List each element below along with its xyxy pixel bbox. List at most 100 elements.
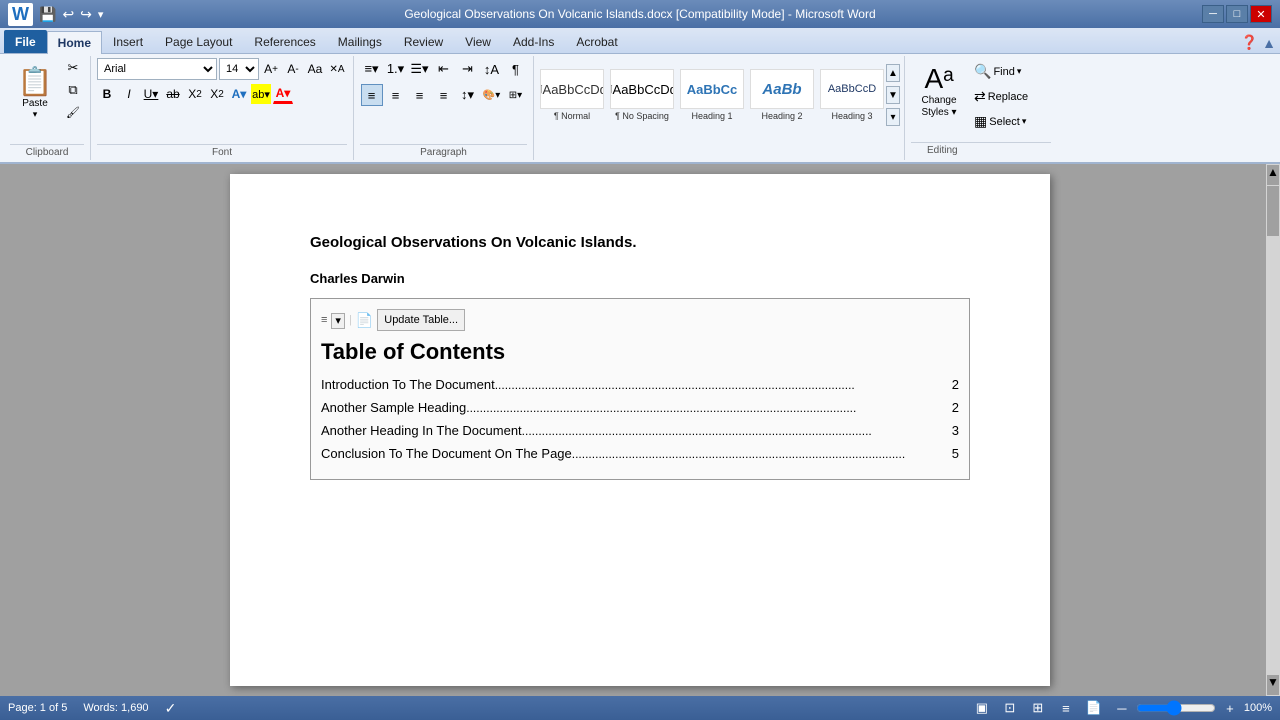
no-spacing-style-item[interactable]: ¶ AaBbCcDd ¶ No Spacing — [608, 64, 676, 134]
save-qa-btn[interactable]: 💾 — [39, 6, 56, 23]
format-painter-button[interactable]: 🖌 — [62, 102, 84, 122]
find-icon: 🔍 — [974, 63, 991, 80]
increase-indent-btn[interactable]: ⇥ — [457, 58, 479, 80]
scroll-down-arrow[interactable]: ▼ — [1267, 675, 1279, 695]
toc-dots-3: ........................................… — [522, 424, 948, 438]
spell-check-icon[interactable]: ✓ — [165, 700, 177, 717]
tab-acrobat[interactable]: Acrobat — [565, 30, 628, 53]
line-spacing-btn[interactable]: ↕▾ — [457, 84, 479, 106]
ribbon-minimize-btn[interactable]: ▲ — [1262, 35, 1276, 51]
text-effects-btn[interactable]: A▾ — [229, 84, 249, 104]
tab-review[interactable]: Review — [393, 30, 454, 53]
justify-btn[interactable]: ≡ — [433, 84, 455, 106]
paragraph-group: ≡▾ 1.▾ ☰▾ ⇤ ⇥ ↕A ¶ ≡ ≡ ≡ ≡ ↕▾ 🎨▾ ⊞▾ Para… — [354, 56, 534, 160]
increase-font-btn[interactable]: A+ — [261, 59, 281, 79]
font-label: Font — [97, 144, 347, 158]
zoom-control: ─ + 100% — [1112, 699, 1272, 717]
toc-dropdown-arrow[interactable]: ▾ — [331, 313, 345, 329]
close-btn[interactable]: ✕ — [1250, 5, 1272, 23]
tab-add-ins[interactable]: Add-Ins — [502, 30, 565, 53]
cut-button[interactable]: ✂ — [62, 58, 84, 78]
styles-scroll-down[interactable]: ▼ — [886, 86, 900, 104]
toc-entry-3[interactable]: Another Heading In The Document ........… — [321, 423, 959, 438]
tab-references[interactable]: References — [243, 30, 326, 53]
toc-dots-4: ........................................… — [572, 447, 948, 461]
zoom-slider[interactable] — [1136, 700, 1216, 716]
toc-entry-4[interactable]: Conclusion To The Document On The Page .… — [321, 446, 959, 461]
select-btn[interactable]: ▦ Select ▾ — [971, 110, 1051, 133]
subscript-button[interactable]: X2 — [185, 84, 205, 104]
tab-mailings[interactable]: Mailings — [327, 30, 393, 53]
show-hide-btn[interactable]: ¶ — [505, 58, 527, 80]
shading-btn[interactable]: 🎨▾ — [481, 84, 503, 106]
zoom-in-btn[interactable]: + — [1220, 699, 1240, 717]
superscript-button[interactable]: X2 — [207, 84, 227, 104]
font-name-select[interactable]: Arial — [97, 58, 217, 80]
toc-entry-2[interactable]: Another Sample Heading .................… — [321, 400, 959, 415]
help-btn[interactable]: ❓ — [1241, 34, 1258, 51]
strikethrough-button[interactable]: ab — [163, 84, 183, 104]
heading3-label: Heading 3 — [831, 111, 872, 121]
heading2-style-item[interactable]: AaBb Heading 2 — [748, 64, 816, 134]
update-table-btn[interactable]: Update Table... — [377, 309, 465, 331]
scroll-thumb[interactable] — [1267, 186, 1279, 236]
right-ribbon-labels: Editing — [911, 142, 1051, 156]
italic-button[interactable]: I — [119, 84, 139, 104]
paste-button[interactable]: 📋 Paste ▾ — [10, 58, 60, 126]
text-highlight-btn[interactable]: ab▾ — [251, 84, 271, 104]
bold-button[interactable]: B — [97, 84, 117, 104]
tab-home[interactable]: Home — [47, 31, 102, 54]
copy-button[interactable]: ⧉ — [62, 80, 84, 100]
sort-btn[interactable]: ↕A — [481, 58, 503, 80]
font-size-select[interactable]: 14 — [219, 58, 259, 80]
paste-dropdown-arrow[interactable]: ▾ — [33, 109, 38, 120]
align-left-btn[interactable]: ≡ — [361, 84, 383, 106]
scroll-up-arrow[interactable]: ▲ — [1267, 165, 1279, 185]
change-styles-btn[interactable]: Aᵃ ChangeStyles ▾ — [911, 60, 967, 140]
styles-expand[interactable]: ▾ — [886, 108, 900, 126]
styles-group: ¶ AaBbCcDd ¶ Normal ¶ AaBbCcDd ¶ No Spac… — [534, 56, 905, 160]
print-layout-btn[interactable]: ▣ — [972, 699, 992, 717]
toc-entry-1[interactable]: Introduction To The Document ...........… — [321, 377, 959, 392]
web-layout-btn[interactable]: ⊞ — [1028, 699, 1048, 717]
tab-insert[interactable]: Insert — [102, 30, 154, 53]
clear-format-btn[interactable]: ✕A — [327, 59, 347, 79]
restore-btn[interactable]: □ — [1226, 5, 1248, 23]
underline-button[interactable]: U▾ — [141, 84, 161, 104]
tab-page-layout[interactable]: Page Layout — [154, 30, 243, 53]
align-right-btn[interactable]: ≡ — [409, 84, 431, 106]
undo-qa-btn[interactable]: ↩ — [62, 6, 74, 23]
minimize-btn[interactable]: ─ — [1202, 5, 1224, 23]
full-reading-btn[interactable]: ⊡ — [1000, 699, 1020, 717]
redo-qa-btn[interactable]: ↪ — [80, 6, 92, 23]
title-bar: W 💾 ↩ ↪ ▾ Geological Observations On Vol… — [0, 0, 1280, 28]
heading1-style-item[interactable]: AaBbCc Heading 1 — [678, 64, 746, 134]
para-row-1: ≡▾ 1.▾ ☰▾ ⇤ ⇥ ↕A ¶ — [361, 58, 527, 80]
customize-qa-btn[interactable]: ▾ — [98, 8, 104, 21]
heading3-style-item[interactable]: AaBbCcD Heading 3 — [818, 64, 886, 134]
tab-view[interactable]: View — [454, 30, 502, 53]
right-scrollbar[interactable]: ▲ ▼ — [1266, 164, 1280, 696]
numbering-btn[interactable]: 1.▾ — [385, 58, 407, 80]
tab-file[interactable]: File — [4, 30, 47, 53]
replace-btn[interactable]: ⇄ Replace — [971, 85, 1051, 108]
outline-btn[interactable]: ≡ — [1056, 699, 1076, 717]
heading2-preview: AaBb — [750, 69, 814, 109]
styles-scroll-up[interactable]: ▲ — [886, 64, 900, 82]
decrease-font-btn[interactable]: A- — [283, 59, 303, 79]
multilevel-btn[interactable]: ☰▾ — [409, 58, 431, 80]
decrease-indent-btn[interactable]: ⇤ — [433, 58, 455, 80]
status-right: ▣ ⊡ ⊞ ≡ 📄 ─ + 100% — [972, 699, 1272, 717]
zoom-out-btn[interactable]: ─ — [1112, 699, 1132, 717]
borders-btn[interactable]: ⊞▾ — [505, 84, 527, 106]
draft-btn[interactable]: 📄 — [1084, 699, 1104, 717]
find-btn[interactable]: 🔍 Find ▾ — [971, 60, 1051, 83]
align-center-btn[interactable]: ≡ — [385, 84, 407, 106]
font-color-btn[interactable]: A▾ — [273, 84, 293, 104]
change-case-btn[interactable]: Aa — [305, 59, 325, 79]
toc-heading[interactable]: Table of Contents — [321, 339, 959, 365]
ribbon-tabs: File Home Insert Page Layout References … — [0, 28, 1280, 54]
bullets-btn[interactable]: ≡▾ — [361, 58, 383, 80]
styles-gallery: ¶ AaBbCcDd ¶ Normal ¶ AaBbCcDd ¶ No Spac… — [538, 60, 886, 156]
normal-style-item[interactable]: ¶ AaBbCcDd ¶ Normal — [538, 64, 606, 134]
